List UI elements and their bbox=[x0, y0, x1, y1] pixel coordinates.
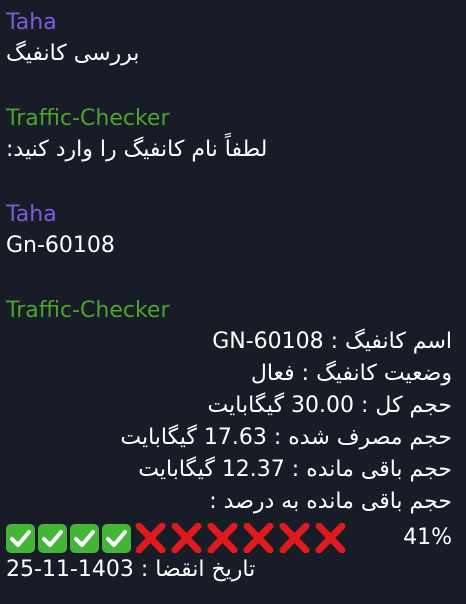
message-report: Traffic-Checker اسم کانفیگ : GN-60108 وض… bbox=[6, 296, 452, 586]
expiry-date-line: تاریخ انقضا : 1403-11-25 bbox=[6, 557, 256, 582]
remaining-percent-value: 41% bbox=[403, 525, 452, 550]
cross-mark-icon bbox=[242, 523, 275, 553]
message-1: Taha بررسی کانفیگ bbox=[6, 8, 452, 70]
remaining-percent-label: حجم باقی مانده به درصد : bbox=[209, 489, 452, 514]
cross-mark-icon bbox=[314, 523, 347, 553]
message-text: بررسی کانفیگ bbox=[6, 41, 140, 66]
sender-name[interactable]: Taha bbox=[6, 200, 452, 230]
config-status-line: وضعیت کانفیگ : فعال bbox=[250, 361, 452, 386]
cross-mark-icon bbox=[206, 523, 239, 553]
check-mark-icon bbox=[102, 523, 131, 553]
used-volume-line: حجم مصرف شده : 17.63 گیگابایت bbox=[120, 425, 452, 450]
total-volume-line: حجم کل : 30.00 گیگابایت bbox=[207, 393, 452, 418]
message-3: Taha Gn-60108 bbox=[6, 200, 452, 262]
usage-progress-bar bbox=[6, 523, 347, 553]
check-mark-icon bbox=[38, 523, 67, 553]
sender-name[interactable]: Traffic-Checker bbox=[6, 296, 452, 326]
check-mark-icon bbox=[70, 523, 99, 553]
check-mark-icon bbox=[6, 523, 35, 553]
remaining-percent-row: 41% bbox=[6, 522, 452, 554]
message-2: Traffic-Checker لطفاً نام کانفیگ را وارد… bbox=[6, 104, 452, 166]
cross-mark-icon bbox=[134, 523, 167, 553]
cross-mark-icon bbox=[278, 523, 311, 553]
sender-name[interactable]: Traffic-Checker bbox=[6, 104, 452, 134]
message-text: Gn-60108 bbox=[6, 233, 115, 258]
cross-mark-icon bbox=[170, 523, 203, 553]
remaining-volume-line: حجم باقی مانده : 12.37 گیگابایت bbox=[138, 457, 452, 482]
message-text: لطفاً نام کانفیگ را وارد کنید: bbox=[6, 137, 268, 162]
config-name-line: اسم کانفیگ : GN-60108 bbox=[212, 329, 452, 354]
sender-name[interactable]: Taha bbox=[6, 8, 452, 38]
